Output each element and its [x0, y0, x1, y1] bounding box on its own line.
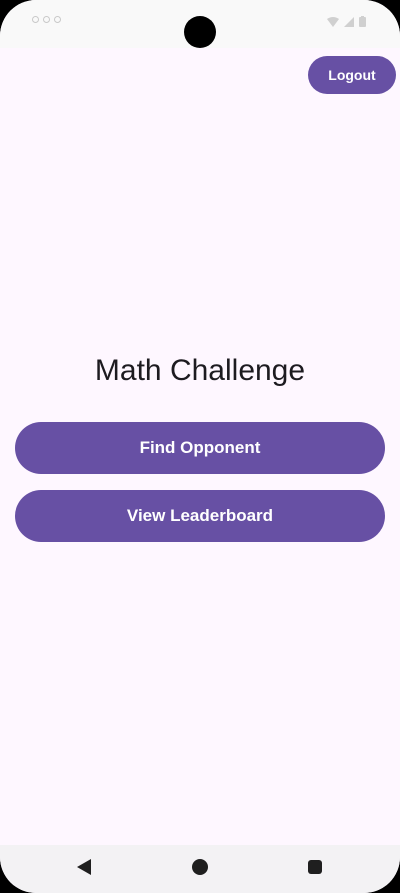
- status-indicator-icon: [32, 16, 39, 23]
- find-opponent-button[interactable]: Find Opponent: [15, 422, 385, 474]
- status-indicator-icon: [54, 16, 61, 23]
- navigation-bar: [0, 845, 400, 893]
- home-icon[interactable]: [192, 859, 208, 875]
- device-frame: Logout Math Challenge Find Opponent View…: [0, 0, 400, 893]
- camera-cutout: [184, 16, 216, 48]
- recents-icon[interactable]: [308, 860, 322, 874]
- status-indicator-icon: [43, 16, 50, 23]
- status-icons-left: [32, 16, 61, 23]
- page-title: Math Challenge: [94, 354, 306, 387]
- app-screen: Logout Math Challenge Find Opponent View…: [0, 0, 400, 893]
- logout-button[interactable]: Logout: [308, 56, 396, 94]
- wifi-icon: [327, 16, 339, 27]
- signal-icon: [344, 16, 354, 27]
- back-icon[interactable]: [77, 859, 91, 875]
- battery-icon: [359, 16, 366, 27]
- status-icons-right: [327, 16, 366, 27]
- view-leaderboard-button[interactable]: View Leaderboard: [15, 490, 385, 542]
